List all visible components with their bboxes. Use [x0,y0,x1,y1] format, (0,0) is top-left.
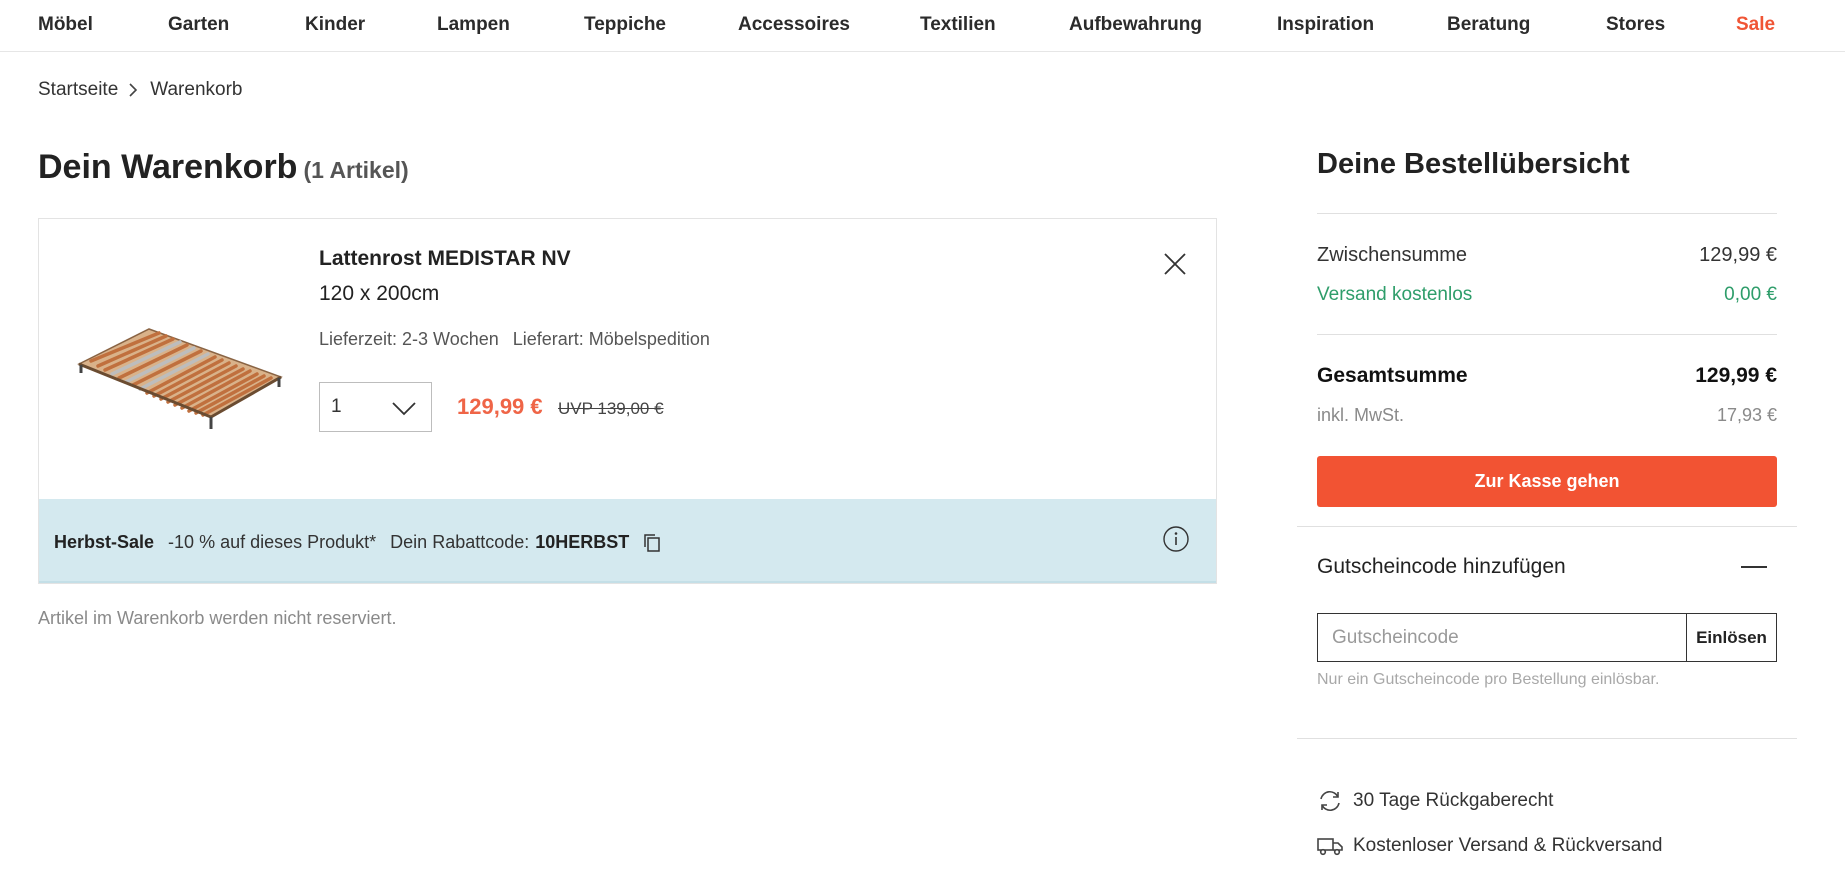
page-title-text: Dein Warenkorb [38,148,298,186]
nav-item-sale[interactable]: Sale [1736,14,1775,36]
breadcrumb: Startseite Warenkorb [38,79,242,101]
total-row: Gesamtsumme 129,99 € [1317,364,1777,388]
delivery-type: Lieferart: Möbelspedition [512,329,710,349]
shipping-label: Versand kostenlos [1317,284,1473,305]
divider [1297,526,1797,527]
main-navigation: Möbel Garten Kinder Lampen Teppiche Acce… [0,0,1845,52]
redeem-button[interactable]: Einlösen [1686,613,1777,662]
chevron-right-icon [128,82,138,98]
usp-returns-text: 30 Tage Rückgaberecht [1353,790,1554,811]
return-icon [1317,789,1343,813]
promo-content: Herbst-Sale -10 % auf dieses Produkt* De… [54,532,661,553]
usp-returns: 30 Tage Rückgaberecht [1317,789,1553,813]
nav-item-kinder[interactable]: Kinder [305,14,365,36]
nav-item-accessoires[interactable]: Accessoires [738,14,850,36]
nav-item-aufbewahrung[interactable]: Aufbewahrung [1069,14,1202,36]
voucher-heading: Gutscheincode hinzufügen [1317,555,1566,578]
close-icon [1164,253,1186,275]
nav-item-moebel[interactable]: Möbel [38,14,93,36]
checkout-button[interactable]: Zur Kasse gehen [1317,456,1777,507]
promo-banner: Herbst-Sale -10 % auf dieses Produkt* De… [39,499,1216,583]
item-count: (1 Artikel) [303,157,409,183]
delivery-time: Lieferzeit: 2-3 Wochen [319,329,499,349]
product-size: 120 x 200cm [319,282,440,305]
product-price: 129,99 € [457,394,543,419]
reserve-note: Artikel im Warenkorb werden nicht reserv… [38,608,397,628]
voucher-form: Einlösen [1317,613,1777,662]
quantity-select[interactable]: 1 [319,382,432,432]
promo-code-label: Dein Rabattcode: [390,532,530,552]
shipping-row: Versand kostenlos 0,00 € [1317,284,1777,306]
quantity-value: 1 [331,396,342,417]
chevron-down-icon [391,397,417,419]
cart-item-card: Lattenrost MEDISTAR NV 120 x 200cm Liefe… [38,218,1217,584]
divider [1317,334,1777,335]
subtotal-row: Zwischensumme 129,99 € [1317,244,1777,267]
nav-item-inspiration[interactable]: Inspiration [1277,14,1374,36]
nav-item-teppiche[interactable]: Teppiche [584,14,666,36]
promo-discount: -10 % auf dieses Produkt* [168,532,377,552]
breadcrumb-home[interactable]: Startseite [38,79,118,101]
voucher-toggle[interactable]: Gutscheincode hinzufügen [1317,555,1777,579]
voucher-hint: Nur ein Gutscheincode pro Bestellung ein… [1317,671,1660,688]
product-uvp-price: UVP 139,00 € [558,399,664,418]
usp-shipping: Kostenloser Versand & Rückversand [1317,834,1662,858]
promo-code: 10HERBST [535,532,630,552]
nav-item-textilien[interactable]: Textilien [920,14,996,36]
usp-shipping-text: Kostenloser Versand & Rückversand [1353,835,1663,856]
promo-title: Herbst-Sale [54,532,155,552]
nav-item-garten[interactable]: Garten [168,14,229,36]
nav-item-lampen[interactable]: Lampen [437,14,510,36]
product-image[interactable] [69,309,289,454]
minus-icon [1741,566,1767,568]
voucher-input[interactable] [1317,613,1686,662]
summary-title: Deine Bestellübersicht [1317,148,1630,180]
copy-icon[interactable] [643,533,661,553]
nav-item-beratung[interactable]: Beratung [1447,14,1530,36]
divider [1317,213,1777,214]
info-icon[interactable] [1162,525,1190,553]
truck-icon [1317,834,1343,858]
subtotal-value: 129,99 € [1699,244,1777,266]
tax-label: inkl. MwSt. [1317,405,1405,425]
subtotal-label: Zwischensumme [1317,244,1468,266]
breadcrumb-current: Warenkorb [150,79,243,100]
shipping-value: 0,00 € [1724,284,1777,305]
nav-item-stores[interactable]: Stores [1606,14,1665,36]
page-title: Dein Warenkorb (1 Artikel) [38,148,409,187]
product-name[interactable]: Lattenrost MEDISTAR NV [319,247,571,271]
remove-item-button[interactable] [1160,249,1190,279]
divider [1297,738,1797,739]
total-label: Gesamtsumme [1317,364,1468,387]
tax-value: 17,93 € [1716,405,1777,425]
tax-row: inkl. MwSt. 17,93 € [1317,405,1777,426]
product-meta: Lieferzeit: 2-3 Wochen Lieferart: Möbelsp… [319,329,710,350]
total-value: 129,99 € [1695,364,1777,387]
